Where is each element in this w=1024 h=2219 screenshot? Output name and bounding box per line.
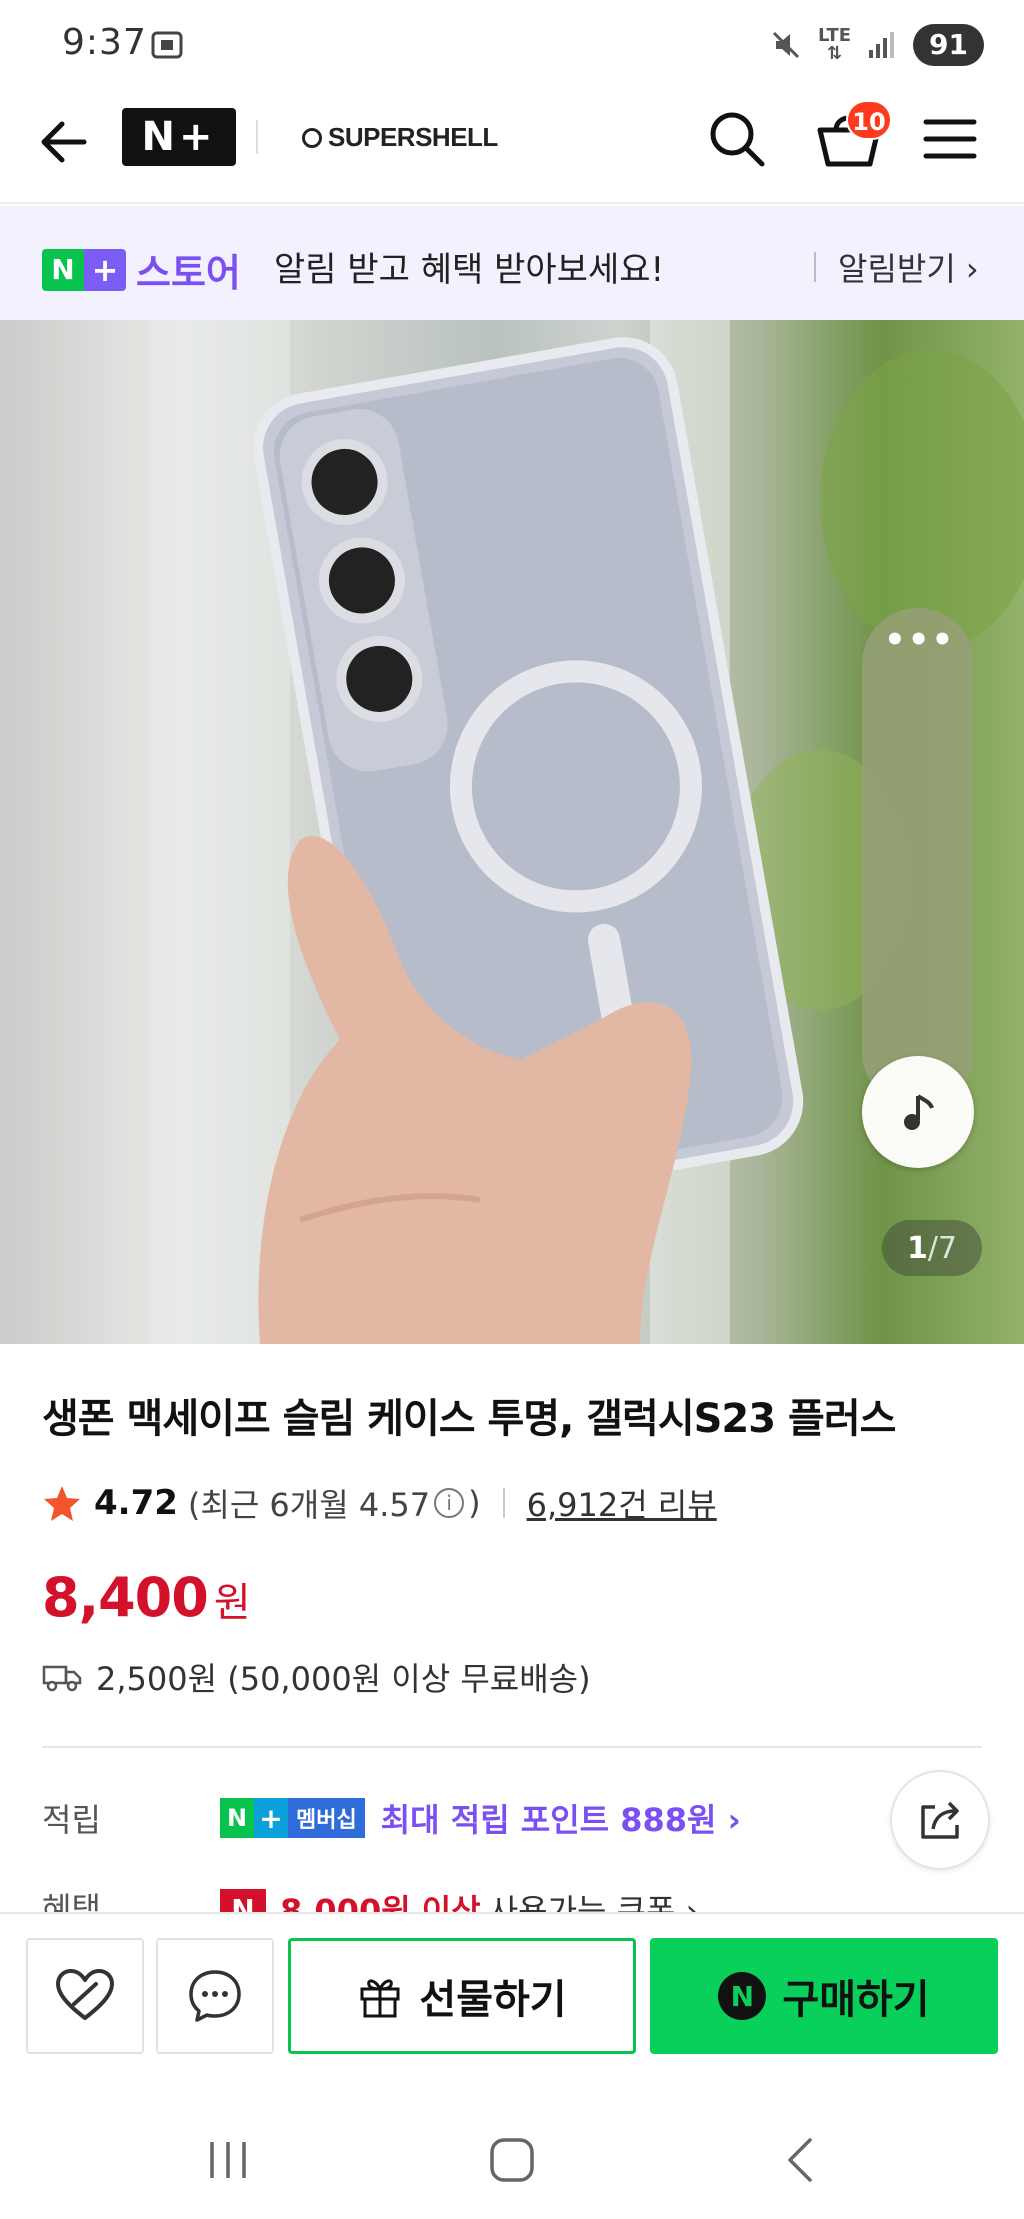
- heart-icon: [56, 1969, 114, 2020]
- info-icon[interactable]: i: [434, 1488, 465, 1518]
- naver-plus-store-logo: N + 스토어: [42, 242, 241, 297]
- lte-indicator: LTE ⇅: [817, 25, 852, 64]
- mute-icon: [772, 31, 800, 59]
- status-time: 9:37: [62, 22, 147, 63]
- gift-button[interactable]: 선물하기: [288, 1938, 636, 2054]
- home-button[interactable]: [472, 2100, 552, 2219]
- header-divider: [256, 120, 258, 154]
- share-icon: [921, 1801, 959, 1839]
- home-icon: [490, 2137, 534, 2182]
- gift-label: 선물하기: [419, 1977, 567, 2023]
- coupon-link[interactable]: 사용가능 쿠폰 ›: [489, 1886, 699, 1914]
- rating-score: 4.72: [94, 1483, 178, 1523]
- store-logo-plus: +: [84, 248, 126, 291]
- section-divider: [42, 1746, 982, 1748]
- system-navigation-bar: [0, 2100, 1024, 2219]
- bottom-action-bar: 선물하기 N 구매하기: [0, 1912, 1024, 2056]
- benefit-row[interactable]: 혜택 N 8,000원 이상 사용가능 쿠폰 ›: [42, 1884, 742, 1914]
- price-row: 8,400 원: [42, 1566, 251, 1629]
- wishlist-button[interactable]: [26, 1938, 144, 2054]
- gift-icon: [360, 1979, 400, 2018]
- star-icon: [44, 1486, 80, 1521]
- status-indicators: LTE ⇅ 91: [770, 24, 984, 66]
- brand-mark-icon: [302, 127, 322, 148]
- back-arrow-icon[interactable]: [34, 112, 94, 172]
- system-back-button[interactable]: [760, 2100, 840, 2219]
- buy-label: 구매하기: [782, 1977, 930, 2023]
- benefit-badge: N: [220, 1889, 266, 1914]
- system-back-icon: [788, 2137, 812, 2182]
- notice-divider: [814, 252, 816, 282]
- talk-button[interactable]: [156, 1938, 274, 2054]
- points-label: 적립: [42, 1801, 101, 1839]
- recent-rating: (최근 6개월 4.57: [187, 1486, 431, 1524]
- store-logo-n: N: [42, 248, 84, 291]
- product-price: 8,400: [42, 1566, 209, 1629]
- chat-bubble-icon: [189, 1970, 241, 2022]
- membership-badge: N + 멤버십: [220, 1798, 365, 1838]
- app-header: N+ SUPERSHELL 10: [0, 88, 1024, 204]
- recent-rating-close: ): [468, 1484, 481, 1522]
- share-button[interactable]: [890, 1770, 990, 1870]
- signal-icon: [869, 32, 895, 58]
- buy-button[interactable]: N 구매하기: [650, 1938, 998, 2054]
- brand-name: SUPERSHELL: [328, 122, 498, 152]
- subscribe-alerts-link[interactable]: 알림받기 ›: [838, 244, 979, 290]
- more-options-button[interactable]: •••: [884, 623, 953, 668]
- shipping-text: 2,500원 (50,000원 이상 무료배송): [96, 1660, 591, 1698]
- battery-level: 91: [913, 24, 984, 66]
- review-count-link[interactable]: 6,912건 리뷰: [527, 1480, 717, 1526]
- notice-message: 알림 받고 혜택 받아보세요!: [274, 250, 665, 290]
- points-row[interactable]: 적립 N + 멤버십 최대 적립 포인트 888원 ›: [42, 1790, 982, 1846]
- side-toolbar: [862, 608, 974, 1108]
- gallery-page-indicator: 1 / 7: [882, 1220, 982, 1276]
- music-note-icon: [904, 1094, 934, 1130]
- store-name: 스토어: [136, 251, 241, 295]
- max-points-link[interactable]: 최대 적립 포인트 888원 ›: [381, 1795, 741, 1841]
- shipping-info: 2,500원 (50,000원 이상 무료배송): [42, 1654, 591, 1700]
- screen-record-icon: [151, 31, 183, 59]
- brand-logo[interactable]: SUPERSHELL: [302, 122, 498, 153]
- recents-icon: [210, 2141, 246, 2178]
- product-title: 생폰 맥세이프 슬림 케이스 투명, 갤럭시S23 플러스: [42, 1396, 896, 1442]
- naver-pay-icon: N: [718, 1972, 767, 2020]
- product-image-gallery[interactable]: ••• 1 / 7: [0, 320, 1024, 1344]
- rating-row: 4.72 (최근 6개월 4.57 i ) 6,912건 리뷰: [42, 1480, 717, 1526]
- rating-divider: [502, 1488, 505, 1518]
- price-unit: 원: [213, 1580, 251, 1626]
- music-button[interactable]: [862, 1056, 974, 1168]
- status-bar: 9:37 LTE ⇅ 91: [0, 0, 1024, 88]
- coupon-amount: 8,000원 이상: [280, 1892, 481, 1914]
- notification-banner[interactable]: N + 스토어 알림 받고 혜택 받아보세요! 알림받기 ›: [0, 206, 1024, 320]
- truck-icon: [42, 1665, 82, 1692]
- search-icon[interactable]: [706, 108, 768, 170]
- benefit-label: 혜택: [42, 1890, 101, 1914]
- naver-plus-logo[interactable]: N+: [122, 108, 236, 166]
- hamburger-menu-icon[interactable]: [922, 114, 978, 164]
- recents-button[interactable]: [188, 2100, 268, 2219]
- cart-count-badge: 10: [846, 100, 892, 140]
